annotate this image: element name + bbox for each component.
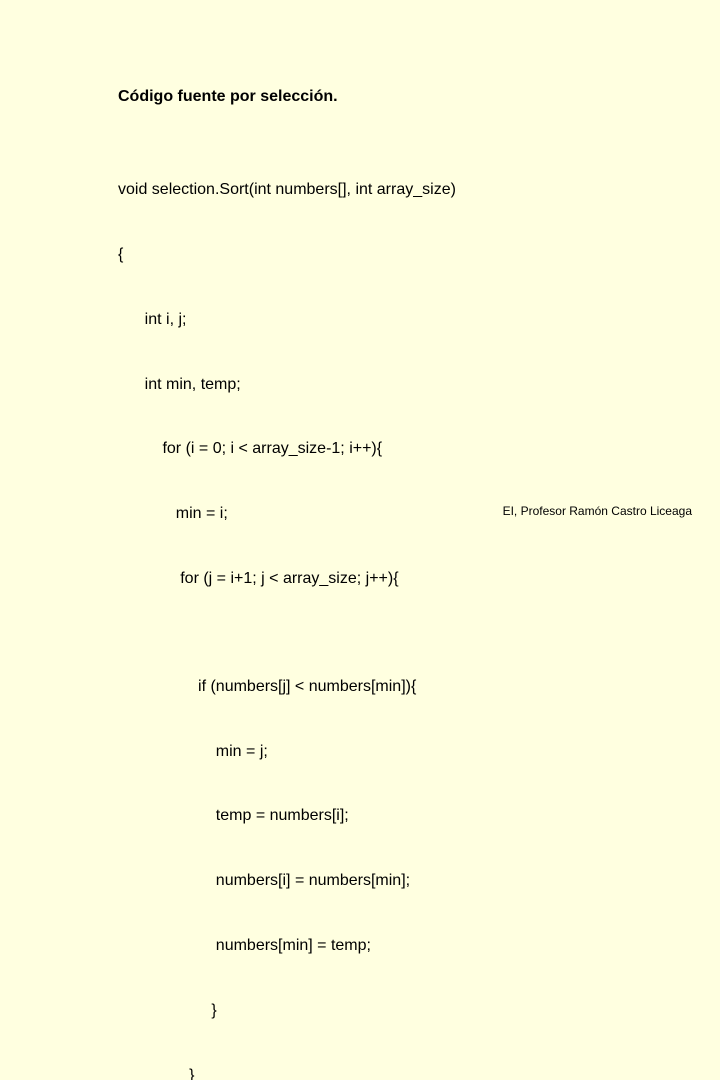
code-line: } (118, 1065, 680, 1080)
code-line: void selection.Sort(int numbers[], int a… (118, 179, 680, 201)
footer-credit: EI, Profesor Ramón Castro Liceaga (503, 504, 692, 518)
code-line: { (118, 244, 680, 266)
code-line: numbers[min] = temp; (118, 935, 680, 957)
section-heading: Código fuente por selección. (118, 88, 680, 106)
code-line: } (118, 1000, 680, 1022)
code-line: for (i = 0; i < array_size-1; i++){ (118, 438, 680, 460)
code-line: for (j = i+1; j < array_size; j++){ (118, 568, 680, 590)
code-line: int min, temp; (118, 374, 680, 396)
code-line: if (numbers[j] < numbers[min]){ (118, 676, 680, 698)
code-block: void selection.Sort(int numbers[], int a… (118, 136, 680, 1080)
code-line: temp = numbers[i]; (118, 805, 680, 827)
code-line: min = j; (118, 741, 680, 763)
slide-content: Código fuente por selección. void select… (118, 88, 680, 1080)
code-line: numbers[i] = numbers[min]; (118, 870, 680, 892)
code-line: int i, j; (118, 309, 680, 331)
